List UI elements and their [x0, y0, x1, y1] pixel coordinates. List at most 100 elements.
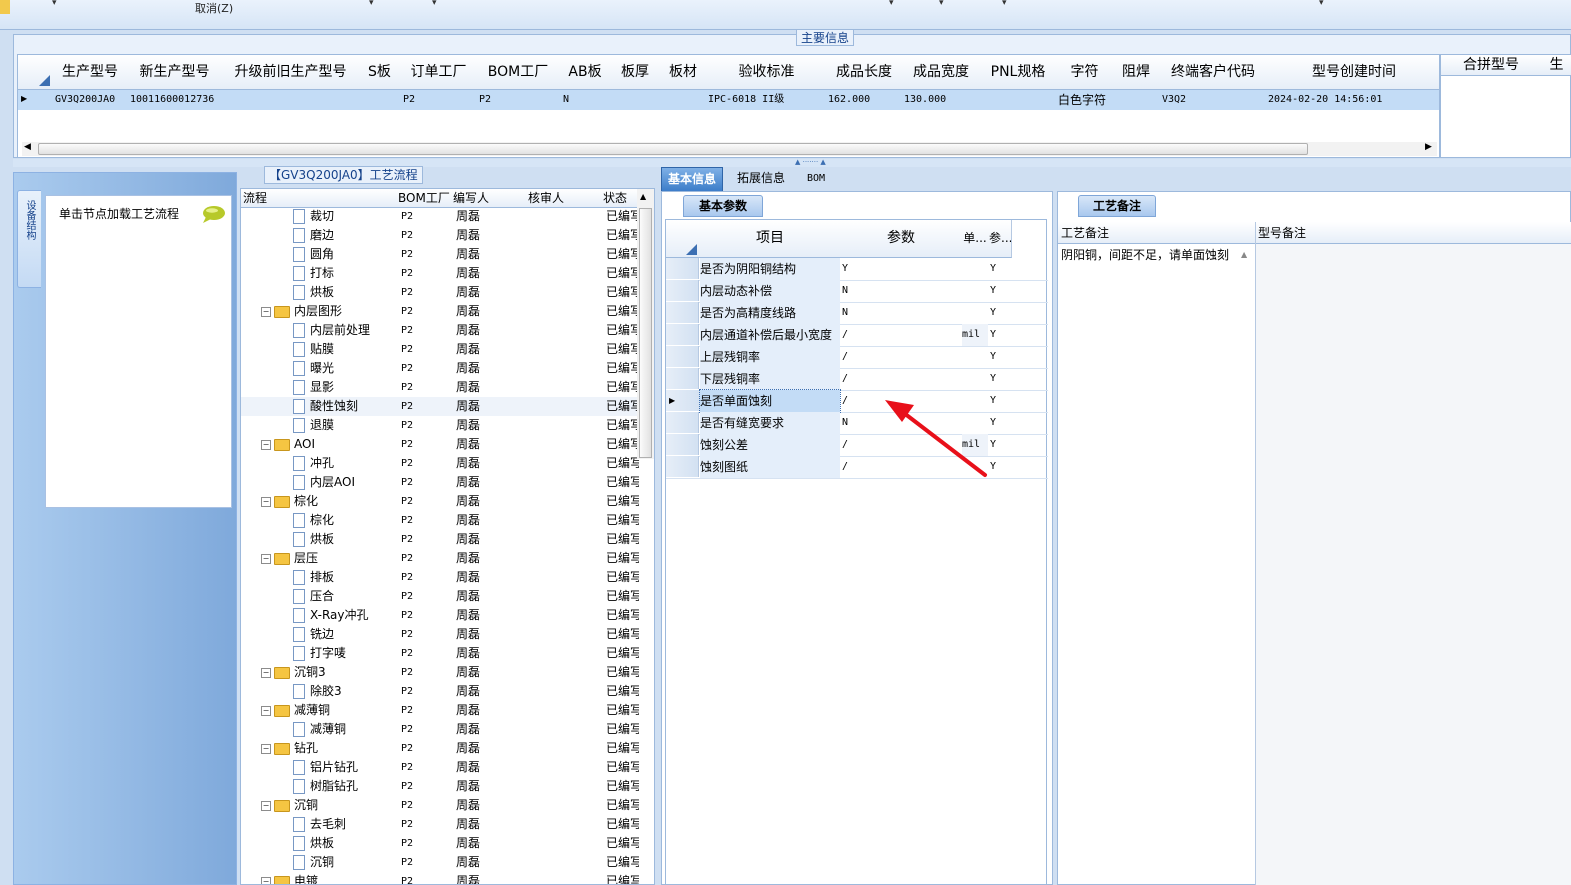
row-indicator[interactable]: ▶	[666, 390, 702, 411]
tree-row[interactable]: 沉铜 P2 周磊 已编写	[241, 853, 639, 872]
dropdown-arrow-icon[interactable]: ▾	[1002, 0, 1007, 8]
col-header[interactable]: 升级前旧生产型号	[222, 55, 360, 90]
col-header[interactable]: 状态	[601, 189, 642, 208]
tree-row[interactable]: 铣边 P2 周磊 已编写	[241, 625, 639, 644]
tree-row[interactable]: 显影 P2 周磊 已编写	[241, 378, 639, 397]
param-value[interactable]: /	[842, 456, 960, 478]
param-row[interactable]: ▶ 是否单面蚀刻 / Y	[666, 389, 1048, 413]
param-item[interactable]: 内层动态补偿	[700, 280, 840, 302]
param-value[interactable]: /	[842, 324, 960, 346]
param-row[interactable]: 上层残铜率 / Y	[666, 346, 1048, 369]
tree-row[interactable]: − 减薄铜 P2 周磊 已编写	[241, 701, 639, 720]
col-header[interactable]: PNL规格	[980, 55, 1057, 90]
param-value[interactable]: /	[842, 390, 960, 412]
col-header[interactable]: 核审人	[526, 189, 604, 208]
col-header[interactable]: 生	[1541, 55, 1571, 76]
cancel-button[interactable]: 取消(Z)	[195, 0, 233, 16]
tree-row[interactable]: 除胶3 P2 周磊 已编写	[241, 682, 639, 701]
tree-row[interactable]: − 沉铜3 P2 周磊 已编写	[241, 663, 639, 682]
splitter[interactable]	[13, 159, 1571, 167]
collapse-icon[interactable]: −	[261, 553, 271, 564]
collapse-icon[interactable]: −	[261, 743, 271, 754]
param-row[interactable]: 下层残铜率 / Y	[666, 368, 1048, 391]
tree-row[interactable]: − AOI P2 周磊 已编写	[241, 435, 639, 454]
tree-row[interactable]: − 电镀 P2 周磊 已编写	[241, 872, 639, 884]
tree-row[interactable]: 贴膜 P2 周磊 已编写	[241, 340, 639, 359]
row-indicator[interactable]	[666, 434, 699, 455]
param-item[interactable]: 上层残铜率	[700, 346, 840, 368]
param-item[interactable]: 内层通道补偿后最小宽度	[700, 324, 840, 346]
row-indicator[interactable]	[666, 346, 699, 367]
collapse-icon[interactable]: −	[261, 800, 271, 811]
col-header[interactable]: 新生产型号	[127, 55, 223, 90]
row-indicator[interactable]	[666, 412, 699, 433]
dropdown-arrow-icon[interactable]: ▾	[939, 0, 944, 8]
tree-row[interactable]: 树脂钻孔 P2 周磊 已编写	[241, 777, 639, 796]
tab-bom[interactable]: BOM	[801, 167, 831, 190]
col-header[interactable]: S板	[359, 55, 401, 90]
param-value[interactable]: N	[842, 280, 960, 302]
param-item[interactable]: 是否有缝宽要求	[700, 412, 840, 434]
scroll-left-icon[interactable]: ◀	[24, 142, 31, 152]
param-row[interactable]: 是否为高精度线路 N Y	[666, 302, 1048, 325]
vertical-scrollbar-thumb[interactable]	[639, 208, 652, 458]
tree-row[interactable]: X-Ray冲孔 P2 周磊 已编写	[241, 606, 639, 625]
tree-row[interactable]: 去毛刺 P2 周磊 已编写	[241, 815, 639, 834]
tree-row[interactable]: 曝光 P2 周磊 已编写	[241, 359, 639, 378]
col-header[interactable]: 编写人	[451, 189, 529, 208]
col-header[interactable]: BOM工厂	[396, 189, 454, 208]
dropdown-arrow-icon[interactable]: ▾	[52, 0, 57, 8]
tree-row[interactable]: 酸性蚀刻 P2 周磊 已编写	[241, 397, 639, 416]
param-required[interactable]: Y	[990, 434, 1008, 456]
tree-row[interactable]: 排板 P2 周磊 已编写	[241, 568, 639, 587]
tree-row[interactable]: 内层前处理 P2 周磊 已编写	[241, 321, 639, 340]
tree-row[interactable]: 烘板 P2 周磊 已编写	[241, 530, 639, 549]
scroll-right-icon[interactable]: ▶	[1425, 142, 1432, 152]
param-required[interactable]: Y	[990, 412, 1008, 434]
col-header[interactable]: 参...	[989, 220, 1012, 258]
col-header[interactable]: 字符	[1056, 55, 1114, 90]
param-required[interactable]: Y	[990, 390, 1008, 412]
horizontal-scrollbar-thumb[interactable]	[38, 143, 1308, 155]
col-header[interactable]: 参数	[841, 220, 962, 258]
tree-row[interactable]: 圆角 P2 周磊 已编写	[241, 245, 639, 264]
col-header[interactable]: 板材	[659, 55, 708, 90]
col-header[interactable]: 阻焊	[1113, 55, 1160, 90]
tree-row[interactable]: 冲孔 P2 周磊 已编写	[241, 454, 639, 473]
tree-row[interactable]: 打字唛 P2 周磊 已编写	[241, 644, 639, 663]
dropdown-arrow-icon[interactable]: ▾	[1319, 0, 1324, 8]
toolbar-icon[interactable]	[0, 0, 10, 14]
tree-row[interactable]: 内层AOI P2 周磊 已编写	[241, 473, 639, 492]
param-row[interactable]: 蚀刻公差 / mil Y	[666, 434, 1048, 457]
dropdown-arrow-icon[interactable]: ▾	[432, 0, 437, 8]
dropdown-arrow-icon[interactable]: ▾	[889, 0, 894, 8]
param-unit[interactable]: mil	[962, 324, 988, 346]
cell-model[interactable]: GV3Q200JA0	[53, 90, 129, 110]
process-remark-text[interactable]: 阴阳铜，间距不足，请单面蚀刻	[1061, 246, 1229, 263]
param-row[interactable]: 是否为阴阳铜结构 Y Y	[666, 258, 1048, 281]
tree-row[interactable]: 压合 P2 周磊 已编写	[241, 587, 639, 606]
param-required[interactable]: Y	[990, 258, 1008, 280]
tree-row[interactable]: 铝片钻孔 P2 周磊 已编写	[241, 758, 639, 777]
tree-row[interactable]: − 钻孔 P2 周磊 已编写	[241, 739, 639, 758]
param-value[interactable]: N	[842, 412, 960, 434]
col-header[interactable]: 板厚	[611, 55, 660, 90]
param-row[interactable]: 蚀刻图纸 / Y	[666, 456, 1048, 479]
cell-new-model[interactable]: 10011600012736	[128, 90, 225, 110]
col-header[interactable]: AB板	[559, 55, 612, 90]
tree-row[interactable]: − 沉铜 P2 周磊 已编写	[241, 796, 639, 815]
scroll-up-icon[interactable]: ▲	[1241, 250, 1247, 259]
cell-standard[interactable]: IPC-6018 II级	[706, 90, 827, 110]
param-value[interactable]: N	[842, 302, 960, 324]
row-indicator[interactable]	[666, 258, 699, 279]
cell-char[interactable]: 白色字符	[1056, 90, 1115, 110]
col-header[interactable]: 验收标准	[707, 55, 827, 90]
col-header[interactable]: 型号备注	[1255, 222, 1571, 244]
param-item[interactable]: 是否单面蚀刻	[699, 389, 841, 413]
cell-created[interactable]: 2024-02-20 14:56:01	[1266, 90, 1439, 110]
collapse-icon[interactable]: −	[261, 439, 271, 450]
col-header[interactable]: 项目	[699, 220, 842, 258]
param-required[interactable]: Y	[990, 302, 1008, 324]
col-header[interactable]: 工艺备注	[1058, 222, 1256, 244]
col-header[interactable]: 型号创建时间	[1267, 55, 1439, 90]
